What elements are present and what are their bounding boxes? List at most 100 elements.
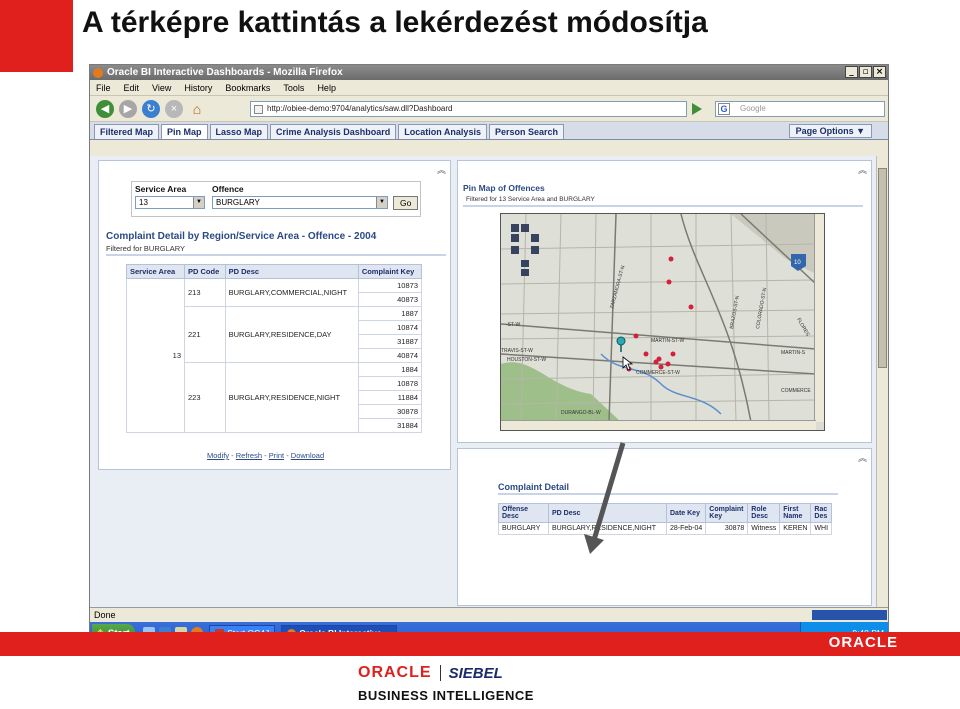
detail-divider [498, 493, 838, 495]
modify-link[interactable]: Modify [207, 451, 229, 460]
map-title: Pin Map of Offences [463, 183, 545, 193]
brand-logo: ORACLE SIEBEL BUSINESS INTELLIGENCE [358, 664, 598, 703]
report-divider [106, 254, 446, 256]
collapse-icon[interactable]: ︽ [858, 163, 867, 176]
download-link[interactable]: Download [291, 451, 324, 460]
pd-desc-cell: BURGLARY,RESIDENCE,NIGHT [224, 362, 359, 433]
tab-person-search[interactable]: Person Search [488, 124, 564, 139]
progress-indicator [812, 610, 887, 620]
service-area-select[interactable]: 13 ▼ [135, 196, 205, 209]
go-button[interactable]: Go [393, 196, 419, 210]
print-link[interactable]: Print [269, 451, 284, 460]
page-options-button[interactable]: Page Options ▼ [788, 124, 872, 138]
tab-filtered-map[interactable]: Filtered Map [94, 124, 160, 139]
table-row: 13 213 BURGLARY,COMMERCIAL,NIGHT 10873 [126, 278, 423, 433]
home-icon[interactable]: ⌂ [188, 100, 206, 118]
page-vertical-scrollbar[interactable] [876, 156, 888, 607]
column-header[interactable]: PD Code [184, 264, 226, 279]
close-button[interactable]: × [873, 66, 886, 78]
menu-history[interactable]: History [184, 83, 212, 93]
menu-file[interactable]: File [96, 83, 111, 93]
siebel-logo: SIEBEL [448, 664, 503, 682]
search-box[interactable]: G Google [715, 101, 885, 117]
column-header[interactable]: PD Desc [224, 264, 359, 279]
back-arrow-icon[interactable]: ◀ [96, 99, 114, 118]
collapse-icon[interactable]: ︽ [858, 451, 867, 464]
tab-lasso-map[interactable]: Lasso Map [209, 124, 269, 139]
column-header[interactable]: First Name [779, 503, 812, 523]
service-area-cell: 13 [126, 278, 185, 433]
dashboard-content: ︽ Service Area 13 ▼ Offence BURGLARY ▼ G… [90, 156, 877, 607]
oracle-logo: ORACLE [358, 664, 432, 681]
forward-arrow-icon[interactable]: ▶ [119, 99, 137, 118]
complaint-key-cell: 31887 [357, 334, 423, 349]
report-subtitle: Filtered for BURGLARY [106, 244, 186, 253]
pin-map[interactable]: 10 ZARZAMORA-ST-N BRAZOS-ST-N COLORADO-S… [500, 213, 825, 431]
offence-label: Offence [212, 184, 244, 194]
dropdown-arrow-icon: ▼ [193, 197, 204, 208]
street-label: TRAVIS-ST-W [501, 348, 533, 354]
map-subtitle: Filtered for 13 Service Area and BURGLAR… [466, 196, 595, 203]
detail-title: Complaint Detail [498, 482, 570, 492]
prompt-box: Service Area 13 ▼ Offence BURGLARY ▼ Go [131, 181, 421, 217]
slide-title: A térképre kattintás a lekérdezést módos… [82, 6, 708, 39]
browser-titlebar: Oracle BI Interactive Dashboards - Mozil… [90, 65, 888, 80]
street-label: -ST-W [506, 322, 520, 328]
pd-code-cell: 221 [184, 306, 226, 363]
refresh-link[interactable]: Refresh [236, 451, 262, 460]
google-icon: G [718, 103, 730, 115]
menu-edit[interactable]: Edit [124, 83, 140, 93]
go-arrow-icon[interactable] [692, 103, 702, 115]
offence-select[interactable]: BURGLARY ▼ [212, 196, 388, 209]
tab-crime-analysis-dashboard[interactable]: Crime Analysis Dashboard [270, 124, 397, 139]
status-bar: Done [90, 607, 888, 622]
detail-cell: WHI [810, 522, 833, 535]
address-bar[interactable]: http://obiee-demo:9704/analytics/saw.dll… [250, 101, 687, 117]
browser-window: Oracle BI Interactive Dashboards - Mozil… [89, 64, 889, 644]
status-text: Done [94, 610, 116, 620]
menu-bookmarks[interactable]: Bookmarks [225, 83, 270, 93]
map-vertical-scrollbar[interactable] [814, 214, 824, 422]
complaint-key-cell: 40873 [357, 292, 423, 307]
minimize-button[interactable]: _ [845, 66, 858, 78]
tab-pin-map[interactable]: Pin Map [161, 124, 208, 139]
address-text: http://obiee-demo:9704/analytics/saw.dll… [267, 104, 453, 113]
column-header[interactable]: PD Desc [548, 503, 667, 523]
menu-help[interactable]: Help [317, 83, 336, 93]
column-header[interactable]: Complaint Key [705, 503, 749, 523]
pin-map-panel: ︽ Pin Map of Offences Filtered for 13 Se… [457, 160, 872, 443]
search-placeholder: Google [740, 104, 766, 113]
stop-icon[interactable]: × [165, 99, 183, 118]
complaint-key-cell: 10874 [357, 320, 423, 335]
column-header[interactable]: Rac Des [810, 503, 833, 523]
column-header[interactable]: Offense Desc [498, 503, 549, 523]
detail-cell: Witness [747, 522, 781, 535]
left-report-panel: ︽ Service Area 13 ▼ Offence BURGLARY ▼ G… [98, 160, 451, 470]
complaint-table: Service Area PD Code PD Desc Complaint K… [126, 264, 423, 433]
tab-location-analysis[interactable]: Location Analysis [398, 124, 487, 139]
street-label: DURANGO-BL-W [561, 410, 601, 416]
firefox-icon [93, 67, 103, 78]
complaint-key-cell: 31884 [357, 418, 423, 433]
detail-cell: 28-Feb-04 [665, 522, 707, 535]
column-header[interactable]: Complaint Key [357, 264, 423, 279]
menu-view[interactable]: View [152, 83, 171, 93]
pd-desc-cell: BURGLARY,COMMERCIAL,NIGHT [224, 278, 359, 307]
street-label: COMMERCE-ST-W [636, 370, 680, 376]
scrollbar-thumb[interactable] [878, 168, 887, 368]
street-label: MARTIN-S [781, 350, 806, 356]
map-horizontal-scrollbar[interactable] [501, 420, 816, 430]
column-header[interactable]: Role Desc [747, 503, 781, 523]
column-header[interactable]: Service Area [126, 264, 185, 279]
service-area-label: Service Area [135, 184, 187, 194]
complaint-key-cell: 10873 [357, 278, 423, 293]
dropdown-arrow-icon: ▼ [376, 197, 387, 208]
reload-icon[interactable]: ↻ [142, 99, 160, 118]
map-canvas: 10 ZARZAMORA-ST-N BRAZOS-ST-N COLORADO-S… [501, 214, 816, 422]
collapse-icon[interactable]: ︽ [437, 163, 446, 176]
detail-cell: KEREN [779, 522, 812, 535]
maximize-button[interactable]: ▫ [859, 66, 872, 78]
menu-tools[interactable]: Tools [283, 83, 304, 93]
column-header[interactable]: Date Key [665, 503, 707, 523]
navigation-toolbar: ◀ ▶ ↻ × ⌂ http://obiee-demo:9704/analyti… [90, 96, 888, 122]
